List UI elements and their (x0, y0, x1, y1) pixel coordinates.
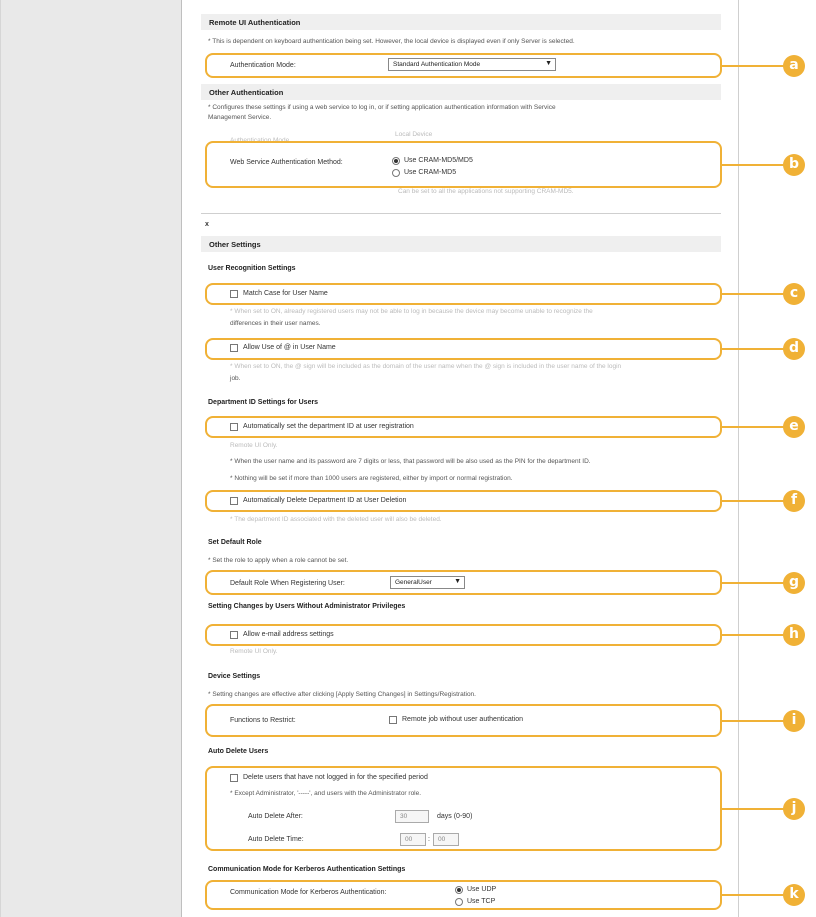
default-role-heading: Set Default Role (208, 539, 262, 546)
callout-marker-g: g (783, 572, 805, 594)
ghost-dept-delete-note: * The department ID associated with the … (230, 516, 442, 523)
auto-delete-heading: Auto Delete Users (208, 748, 269, 755)
remote-ui-auth-heading: Remote UI Authentication (201, 14, 721, 30)
default-role-note: * Set the role to apply when a role cann… (208, 557, 349, 564)
callout-marker-e: e (783, 416, 805, 438)
callout-line-h (722, 634, 786, 636)
remote-ui-auth-note: * This is dependent on keyboard authenti… (208, 38, 575, 45)
callout-marker-d: d (783, 338, 805, 360)
callout-frame-f (205, 490, 722, 512)
callout-frame-b (205, 141, 722, 188)
section-divider (201, 213, 721, 214)
ghost-local-device-text: Local Device (395, 131, 433, 138)
callout-marker-i: i (783, 710, 805, 732)
other-settings-heading: Other Settings (201, 236, 721, 252)
callout-frame-j (205, 766, 722, 851)
callout-frame-d (205, 338, 722, 360)
user-recognition-heading: User Recognition Settings (208, 265, 296, 272)
callout-frame-a (205, 53, 722, 78)
callout-line-g (722, 582, 786, 584)
ghost-cram-note: Can be set to all the applications not s… (398, 188, 574, 195)
setting-changes-heading: Setting Changes by Users Without Adminis… (208, 603, 406, 610)
callout-marker-f: f (783, 490, 805, 512)
callout-line-c (722, 293, 786, 295)
kerberos-heading: Communication Mode for Kerberos Authenti… (208, 866, 406, 873)
match-case-note: differences in their user names. (230, 320, 321, 327)
ghost-match-case-note: * When set to ON, already registered use… (230, 308, 593, 315)
allow-at-note: job. (230, 375, 241, 382)
callout-marker-b: b (783, 154, 805, 176)
callout-frame-g (205, 570, 722, 595)
device-settings-heading: Device Settings (208, 673, 261, 680)
left-pane-border (181, 0, 182, 917)
callout-line-j (722, 808, 786, 810)
callout-frame-h (205, 624, 722, 646)
dept-id-heading: Department ID Settings for Users (208, 399, 319, 406)
other-auth-heading: Other Authentication (201, 84, 721, 100)
callout-frame-e (205, 416, 722, 438)
callout-frame-i (205, 704, 722, 737)
callout-line-i (722, 720, 786, 722)
ghost-allow-at-note: * When set to ON, the @ sign will be inc… (230, 363, 622, 370)
callout-marker-k: k (783, 884, 805, 906)
dept-id-note-1: * When the user name and its password ar… (230, 458, 591, 465)
dept-id-remote-only: Remote UI Only. (230, 442, 278, 449)
other-auth-note-1: * Configures these settings if using a w… (208, 104, 556, 111)
callout-line-d (722, 348, 786, 350)
callout-line-b (722, 164, 786, 166)
left-navigation-pane (0, 0, 181, 917)
callout-line-f (722, 500, 786, 502)
other-auth-note-2: Management Service. (208, 114, 272, 121)
callout-marker-j: j (783, 798, 805, 820)
dept-id-note-2: * Nothing will be set if more than 1000 … (230, 475, 513, 482)
callout-line-k (722, 894, 786, 896)
callout-marker-c: c (783, 283, 805, 305)
device-settings-note: * Setting changes are effective after cl… (208, 691, 476, 698)
callout-frame-c (205, 283, 722, 305)
callout-line-a (722, 65, 786, 67)
collapse-glyph[interactable]: x (205, 221, 209, 228)
callout-frame-k (205, 880, 722, 910)
callout-line-e (722, 426, 786, 428)
right-pane-border (738, 0, 739, 917)
callout-marker-h: h (783, 624, 805, 646)
callout-marker-a: a (783, 55, 805, 77)
email-remote-only: Remote UI Only. (230, 648, 278, 655)
